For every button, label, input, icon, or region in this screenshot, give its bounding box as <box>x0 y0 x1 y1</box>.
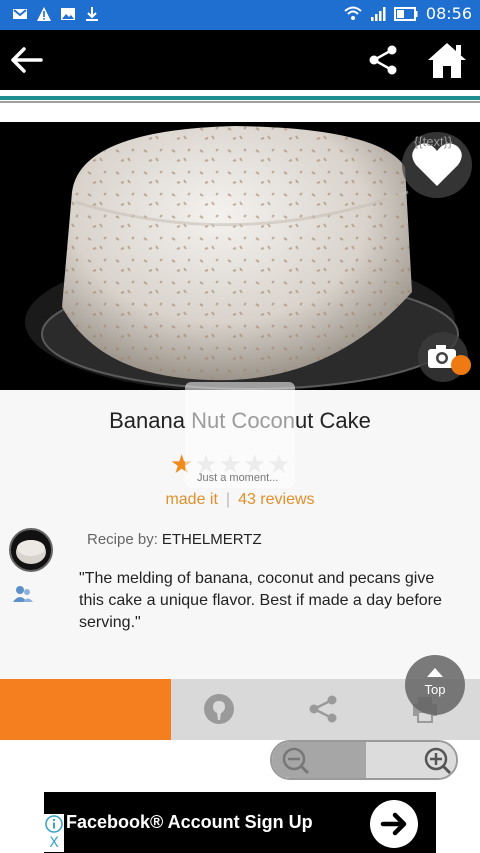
alert-icon <box>37 7 51 21</box>
action-primary[interactable] <box>0 679 171 740</box>
home-icon[interactable] <box>426 40 468 80</box>
battery-icon <box>393 6 418 21</box>
favorite-overlay-text: {{text}} <box>414 134 453 149</box>
meta-separator: | <box>225 491 231 508</box>
status-bar: 08:56 <box>0 0 480 30</box>
zoom-out-button[interactable] <box>272 742 366 778</box>
ad-text[interactable]: Facebook® Account Sign Up <box>66 812 313 833</box>
accent-divider <box>0 96 480 100</box>
chevron-up-icon <box>427 668 443 677</box>
followers-icon[interactable] <box>13 584 33 604</box>
zoom-control <box>270 740 458 780</box>
share-icon[interactable] <box>368 44 398 76</box>
recipe-by: Recipe by: ETHELMERTZ <box>87 531 262 548</box>
back-arrow-icon[interactable] <box>10 44 44 76</box>
made-it-link[interactable]: made it <box>165 491 217 508</box>
share-icon[interactable] <box>307 693 339 725</box>
zoom-in-icon <box>424 747 452 775</box>
info-icon[interactable] <box>44 814 64 834</box>
ad-banner[interactable]: Facebook® Account Sign Up X <box>44 792 436 853</box>
pin-icon[interactable] <box>203 693 235 725</box>
ad-cta-button[interactable] <box>370 800 418 848</box>
divider <box>0 101 480 103</box>
zoom-out-icon <box>282 747 310 775</box>
recipe-meta: made it | 43 reviews <box>0 491 480 509</box>
wifi-icon <box>344 6 362 20</box>
ad-close-button[interactable]: X <box>44 834 64 852</box>
arrow-right-icon <box>380 812 407 836</box>
download-icon <box>86 7 98 21</box>
app-bar <box>0 30 480 90</box>
recipe-description: "The melding of banana, coconut and peca… <box>79 570 442 631</box>
zoom-in-button[interactable] <box>366 742 456 778</box>
scroll-top-label: Top <box>424 682 446 697</box>
image-icon <box>61 8 75 20</box>
gmail-icon <box>13 9 27 19</box>
scroll-top-button[interactable]: Top <box>405 655 465 715</box>
status-right-icons: 08:56 <box>344 4 472 23</box>
author-name[interactable]: ETHELMERTZ <box>162 531 262 548</box>
reviews-link[interactable]: 43 reviews <box>238 491 314 508</box>
loading-text: Just a moment... <box>197 472 279 484</box>
author-avatar[interactable] <box>9 528 53 572</box>
photo-badge <box>451 355 471 375</box>
recipe-by-label: Recipe by: <box>87 531 158 548</box>
status-left-icons <box>12 6 100 22</box>
signal-icon <box>370 6 386 21</box>
status-time: 08:56 <box>425 4 472 23</box>
avatar-image <box>16 540 46 564</box>
